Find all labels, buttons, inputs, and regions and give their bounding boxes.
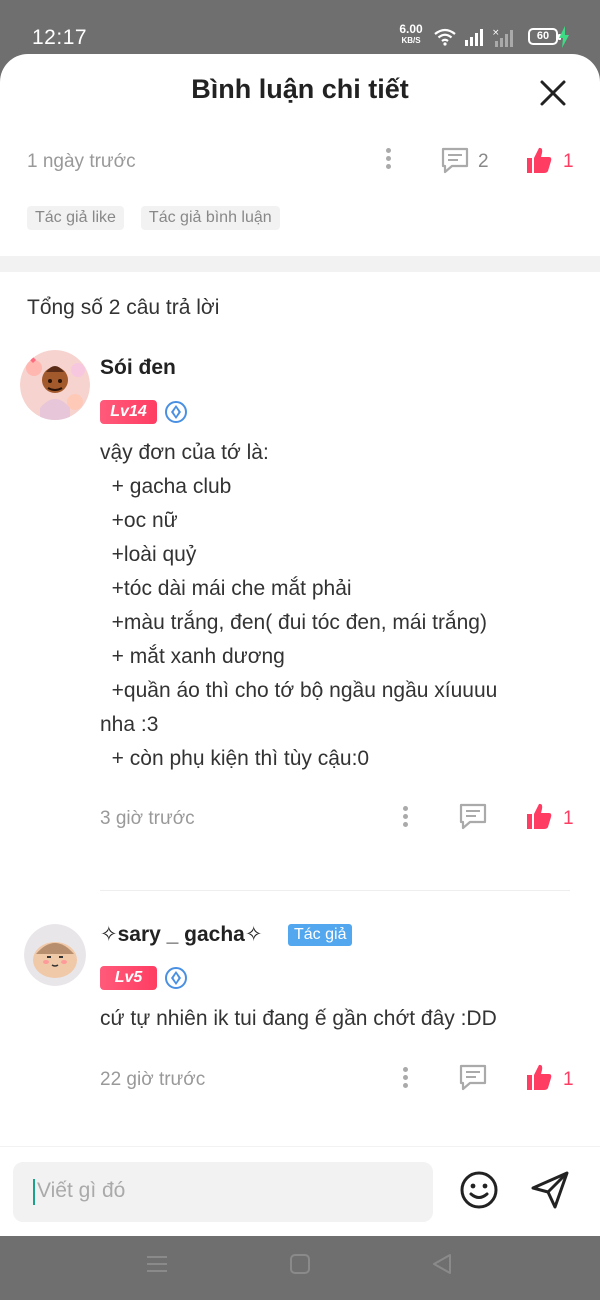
reply-line: cứ tự nhiên ik tui đang ế gần chớt đây :…	[100, 1007, 497, 1030]
reply-line: +màu trắng, đen( đui tóc đen, mái trắng)	[100, 611, 487, 634]
reply-line: nha :3	[100, 713, 159, 736]
reply-line: + gacha club	[100, 475, 232, 498]
reply-line: + mắt xanh dương	[100, 645, 285, 668]
reply-time: 3 giờ trước	[100, 808, 195, 829]
reply-line: vậy đơn của tớ là:	[100, 441, 269, 464]
avatar[interactable]	[24, 924, 86, 986]
network-speed-value: 6.00	[399, 22, 423, 36]
more-options-icon[interactable]	[402, 1067, 408, 1093]
reply-text: vậy đơn của tớ là: + gacha club +oc nữ +…	[100, 436, 560, 776]
like-count: 1	[563, 808, 574, 829]
reply-line: +quần áo thì cho tớ bộ ngầu ngầu xíuuuu	[100, 679, 498, 702]
user-name[interactable]: ✧sary _ gacha✧	[100, 922, 262, 947]
main-comment-meta: 1 ngày trước 2 1	[0, 142, 600, 182]
reply-text: cứ tự nhiên ik tui đang ế gần chớt đây :…	[100, 1002, 560, 1036]
reply-time: 22 giờ trước	[100, 1069, 206, 1090]
wifi-icon	[434, 28, 456, 46]
comment-icon[interactable]	[458, 1063, 488, 1091]
user-name[interactable]: Sói đen	[100, 356, 176, 380]
status-icons: ×	[434, 26, 514, 48]
replies-total: Tổng số 2 câu trả lời	[27, 296, 220, 319]
comment-detail-sheet: Bình luận chi tiết 1 ngày trước 2 1 Tác …	[0, 54, 600, 1236]
more-options-icon[interactable]	[402, 806, 408, 832]
tag-author-comment[interactable]: Tác giả bình luận	[140, 206, 280, 230]
main-comment-time: 1 ngày trước	[27, 151, 136, 172]
tag-list: Tác giả like Tác giả bình luận	[27, 206, 280, 230]
close-icon[interactable]	[536, 76, 570, 110]
verified-shield-icon	[165, 401, 187, 423]
reply-line: +loài quỷ	[100, 543, 197, 566]
comment-icon[interactable]	[440, 146, 470, 174]
battery-icon: 60	[528, 28, 561, 45]
comment-icon[interactable]	[458, 802, 488, 830]
reply-line: + còn phụ kiện thì tùy cậu:0	[100, 747, 370, 770]
back-icon[interactable]	[430, 1252, 454, 1276]
like-count: 1	[563, 151, 574, 172]
like-count: 1	[563, 1069, 574, 1090]
emoji-icon[interactable]	[458, 1169, 500, 1211]
reply-line: +tóc dài mái che mắt phải	[100, 577, 352, 600]
send-icon[interactable]	[529, 1169, 571, 1211]
reply-line: +oc nữ	[100, 509, 178, 532]
tag-author-like[interactable]: Tác giả like	[27, 206, 124, 230]
signal-icon	[465, 29, 483, 46]
comment-input-placeholder: Viết gì đó	[37, 1179, 126, 1202]
level-badge: Lv14	[100, 400, 157, 424]
comment-input[interactable]: Viết gì đó	[13, 1162, 433, 1222]
svg-text:×: ×	[492, 28, 500, 38]
reply-divider	[100, 890, 570, 891]
avatar[interactable]	[20, 350, 90, 420]
sheet-title: Bình luận chi tiết	[191, 74, 409, 104]
network-speed: 6.00 KB/S	[396, 22, 426, 46]
system-nav-bar	[0, 1236, 600, 1300]
home-icon[interactable]	[288, 1252, 312, 1276]
charging-icon	[559, 26, 569, 48]
signal-no-sim-icon: ×	[492, 28, 513, 47]
status-time: 12:17	[32, 26, 88, 49]
author-badge: Tác giả	[288, 924, 353, 946]
network-speed-unit: KB/S	[401, 36, 421, 45]
like-icon[interactable]	[525, 801, 553, 831]
level-badge: Lv5	[100, 966, 157, 990]
like-icon[interactable]	[525, 145, 553, 175]
more-options-icon[interactable]	[385, 148, 391, 174]
verified-shield-icon	[165, 967, 187, 989]
text-caret	[33, 1179, 35, 1205]
reply-count: 2	[478, 151, 489, 172]
menu-icon[interactable]	[145, 1252, 169, 1276]
section-divider	[0, 256, 600, 272]
like-icon[interactable]	[525, 1062, 553, 1092]
